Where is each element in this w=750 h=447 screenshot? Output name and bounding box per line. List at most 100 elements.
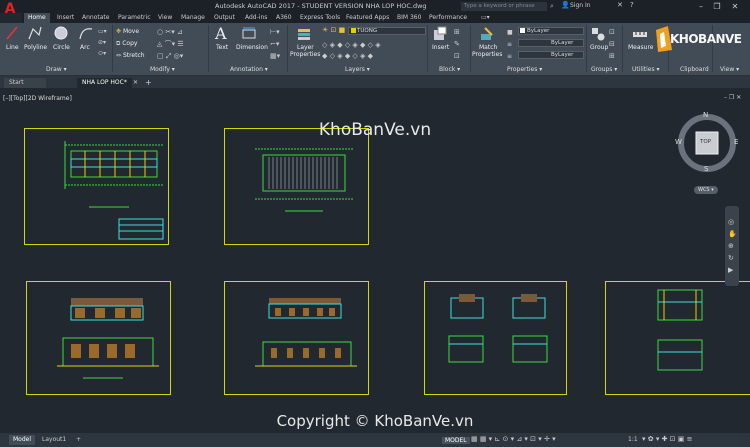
restore-button[interactable]: ❐ xyxy=(710,1,724,12)
search-input[interactable]: Type a keyword or phrase xyxy=(461,2,547,11)
sheet-rear-elevation[interactable] xyxy=(224,281,369,395)
copy-button[interactable]: ⧉ Copy xyxy=(116,38,145,50)
properties-side-icons[interactable]: ■ ≡ ≡ xyxy=(507,27,513,63)
tab-parametric[interactable]: Parametric xyxy=(118,13,151,23)
text-button[interactable]: Text xyxy=(216,44,228,51)
sign-in-button[interactable]: Sign In xyxy=(570,2,591,9)
navbar-icons[interactable]: ◎ ✋ ⊕ ↻ ▶ xyxy=(728,216,737,276)
layer-tool-icons[interactable]: ◇ ◈ ◆ ◇ ◈ ◆ ◇ ◈ ◆ ◇ ◈ ◆ ◇ ◈ ◆ xyxy=(322,40,381,62)
circle-button[interactable]: Circle xyxy=(53,44,70,51)
match-properties-label-2[interactable]: Properties xyxy=(472,51,502,58)
draw-extra-icons[interactable]: ▭▾ ⊘▾ ⬭▾ xyxy=(98,26,107,59)
sheet-sections[interactable] xyxy=(424,281,567,395)
polyline-icon[interactable] xyxy=(27,25,43,41)
dimension-icon[interactable] xyxy=(241,26,257,40)
annotation-scale[interactable]: 1:1 xyxy=(628,436,638,443)
layout1-tab[interactable]: Layout1 xyxy=(38,435,70,445)
clipboard-panel-title[interactable]: Clipboard xyxy=(680,66,709,74)
arc-button[interactable]: Arc xyxy=(80,44,90,51)
measure-icon[interactable] xyxy=(632,26,648,42)
tab-bim-360[interactable]: BIM 360 xyxy=(397,13,421,23)
modify-extra-icons[interactable]: ○ ✂▾ ⊿ ◬ ⌒▾ ☰ ▢ ⤢ ◎▾ xyxy=(157,26,184,62)
close-button[interactable]: ✕ xyxy=(728,1,742,12)
match-properties-icon[interactable] xyxy=(479,26,495,42)
details-drawing xyxy=(657,289,703,371)
help-icon[interactable]: ? xyxy=(630,1,634,9)
viewport-window-controls[interactable]: – ❐ ✕ xyxy=(724,94,741,101)
insert-button[interactable]: Insert xyxy=(432,44,449,51)
polyline-button[interactable]: Polyline xyxy=(24,44,47,51)
separator xyxy=(622,25,623,72)
dimension-button[interactable]: Dimension xyxy=(236,44,268,51)
move-button[interactable]: ✥ Move xyxy=(116,26,145,38)
tab-annotate[interactable]: Annotate xyxy=(82,13,109,23)
utilities-panel-title[interactable]: Utilities ▾ xyxy=(632,66,660,74)
modify-panel-title[interactable]: Modify ▾ xyxy=(150,66,175,74)
minimize-button[interactable]: – xyxy=(694,1,708,12)
ribbon-options-icon[interactable]: ▭▾ xyxy=(481,14,490,21)
tab-express-tools[interactable]: Express Tools xyxy=(300,13,340,23)
tab-start[interactable]: Start xyxy=(4,78,46,88)
status-toggle-icons[interactable]: ▦ ▦ ▾ ⊾ ⊙ ▾ ⊿ ▾ ⊡ ▾ ✛ ▾ xyxy=(471,435,556,443)
tab-insert[interactable]: Insert xyxy=(57,13,74,23)
color-dropdown[interactable]: ByLayer xyxy=(518,27,584,35)
draw-panel-title[interactable]: Draw ▾ xyxy=(46,66,67,74)
properties-panel-title[interactable]: Properties ▾ xyxy=(507,66,542,74)
group-icon[interactable] xyxy=(590,26,606,42)
block-extra-icons[interactable]: ⊞ ✎ ⊡ xyxy=(454,26,460,62)
viewcube-north[interactable]: N xyxy=(703,111,708,119)
separator xyxy=(586,25,587,72)
text-icon[interactable]: A xyxy=(215,24,227,43)
tab-view[interactable]: View xyxy=(158,13,172,23)
groups-panel-title[interactable]: Groups ▾ xyxy=(591,66,617,74)
exchange-icon[interactable]: ✕ xyxy=(617,1,623,9)
match-properties-label-1[interactable]: Match xyxy=(479,44,497,51)
layer-properties-label-2[interactable]: Properties xyxy=(290,51,320,58)
sheet-roof-plan[interactable] xyxy=(224,128,369,245)
tab-featured-apps[interactable]: Featured Apps xyxy=(346,13,389,23)
linetype-dropdown[interactable]: ByLayer xyxy=(518,39,584,47)
layer-properties-label-1[interactable]: Layer xyxy=(297,44,314,51)
group-button[interactable]: Group xyxy=(590,44,608,51)
sheet-details[interactable] xyxy=(605,281,750,395)
annotation-panel-title[interactable]: Annotation ▾ xyxy=(230,66,268,74)
layers-panel-title[interactable]: Layers ▾ xyxy=(345,66,370,74)
status-model-button[interactable]: MODEL xyxy=(442,436,470,444)
tab-add-ins[interactable]: Add-ins xyxy=(245,13,267,23)
tab-a360[interactable]: A360 xyxy=(276,13,292,23)
measure-button[interactable]: Measure xyxy=(628,44,654,51)
group-extra-icons[interactable]: ⊡ ⊟ ⊞ xyxy=(609,26,615,62)
lineweight-dropdown[interactable]: ByLayer xyxy=(518,51,584,59)
tab-manage[interactable]: Manage xyxy=(181,13,205,23)
wcs-menu[interactable]: WCS ▾ xyxy=(694,186,718,194)
arc-icon[interactable] xyxy=(78,25,94,41)
viewport-controls[interactable]: [–][Top][2D Wireframe] xyxy=(3,95,72,102)
tab-output[interactable]: Output xyxy=(214,13,235,23)
viewcube-south[interactable]: S xyxy=(704,165,708,173)
sheet-front-elevation[interactable] xyxy=(26,281,171,395)
tab-home[interactable]: Home xyxy=(24,13,50,23)
autocad-logo-icon[interactable]: A xyxy=(2,1,18,17)
binoculars-icon[interactable]: ⌕ xyxy=(550,2,554,11)
line-icon[interactable] xyxy=(5,25,19,41)
circle-icon[interactable] xyxy=(53,25,69,41)
layer-dropdown[interactable]: TUONG xyxy=(348,27,426,35)
close-tab-icon[interactable]: ✕ xyxy=(133,79,138,86)
layer-properties-icon[interactable] xyxy=(296,26,312,42)
view-panel-title[interactable]: View ▾ xyxy=(720,66,739,74)
new-tab-button[interactable]: + xyxy=(145,78,152,87)
annotation-extra-icons[interactable]: ⊢▾ ⌐▾ ▦▾ xyxy=(270,26,280,62)
insert-block-icon[interactable] xyxy=(432,26,448,42)
separator xyxy=(427,25,428,72)
tab-performance[interactable]: Performance xyxy=(429,13,467,23)
status-right-icons[interactable]: ▾ ✿ ▾ ✚ ⊡ ▣ ≡ xyxy=(642,435,692,443)
model-tab[interactable]: Model xyxy=(9,435,36,445)
new-layout-button[interactable]: + xyxy=(72,435,85,445)
stretch-button[interactable]: ⇔ Stretch xyxy=(116,50,145,62)
user-icon[interactable]: 👤 xyxy=(561,1,570,9)
line-button[interactable]: Line xyxy=(6,44,19,51)
tab-drawing-file[interactable]: NHA LOP HOC* xyxy=(77,78,132,88)
block-panel-title[interactable]: Block ▾ xyxy=(439,66,460,74)
sheet-floor-plan[interactable] xyxy=(24,128,169,245)
layer-state-icons[interactable]: ☀ ⊡ ■ xyxy=(322,26,345,34)
